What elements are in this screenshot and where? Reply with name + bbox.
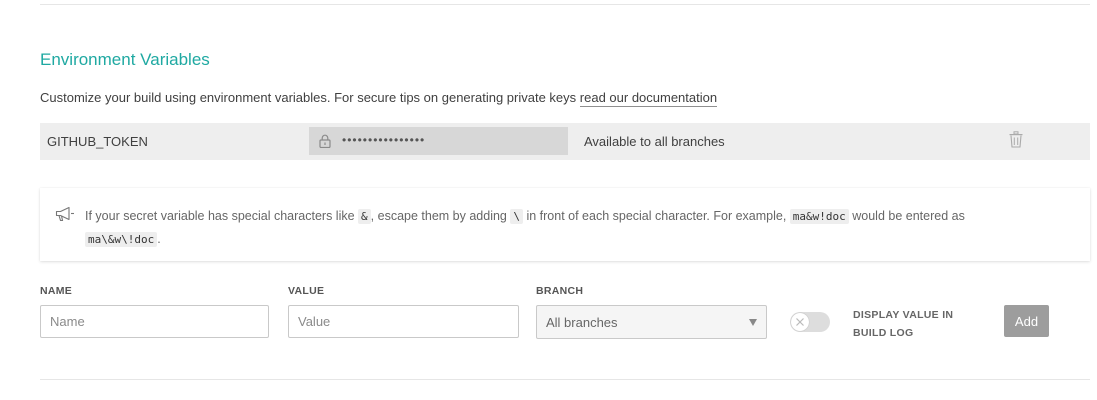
- name-label: NAME: [40, 285, 73, 297]
- top-divider: [40, 4, 1090, 5]
- close-icon: [796, 318, 804, 326]
- intro-text: Customize your build using environment v…: [40, 90, 580, 105]
- display-value-toggle[interactable]: [790, 312, 830, 332]
- code-snippet: \: [510, 209, 523, 224]
- name-input[interactable]: [40, 305, 269, 338]
- code-snippet: ma&w!doc: [789, 209, 849, 224]
- documentation-link[interactable]: read our documentation: [579, 90, 718, 107]
- code-snippet: &: [358, 209, 371, 224]
- notice-text-part: would be entered as: [848, 209, 965, 223]
- env-var-value-field: ••••••••••••••••: [309, 127, 568, 155]
- code-snippet: ma\&w\!doc: [85, 232, 158, 247]
- env-var-row: GITHUB_TOKEN •••••••••••••••• Available …: [40, 123, 1090, 160]
- toggle-knob: [791, 313, 809, 331]
- env-var-masked-value: ••••••••••••••••: [342, 133, 426, 147]
- special-characters-notice: If your secret variable has special char…: [40, 188, 1090, 261]
- section-intro: Customize your build using environment v…: [40, 90, 718, 107]
- chevron-down-icon: [749, 319, 757, 326]
- value-input[interactable]: [288, 305, 519, 338]
- value-label: VALUE: [288, 285, 325, 297]
- trash-icon[interactable]: [1009, 131, 1023, 148]
- notice-text-part: , escape them by adding: [370, 209, 511, 223]
- section-title: Environment Variables: [40, 50, 210, 69]
- notice-text-part: .: [157, 232, 161, 246]
- branch-select[interactable]: All branches: [536, 305, 767, 339]
- notice-text-part: in front of each special character. For …: [522, 209, 790, 223]
- notice-text: If your secret variable has special char…: [85, 205, 1075, 251]
- branch-label: BRANCH: [536, 285, 584, 297]
- add-button[interactable]: Add: [1004, 305, 1049, 337]
- bottom-divider: [40, 379, 1090, 380]
- display-value-label: DISPLAY VALUE IN BUILD LOG: [853, 309, 954, 339]
- env-var-name: GITHUB_TOKEN: [47, 134, 148, 149]
- megaphone-icon: [55, 206, 74, 222]
- notice-text-part: If your secret variable has special char…: [85, 209, 359, 223]
- env-var-branch: Available to all branches: [584, 134, 725, 149]
- lock-icon: [319, 134, 331, 148]
- branch-select-value: All branches: [546, 315, 618, 330]
